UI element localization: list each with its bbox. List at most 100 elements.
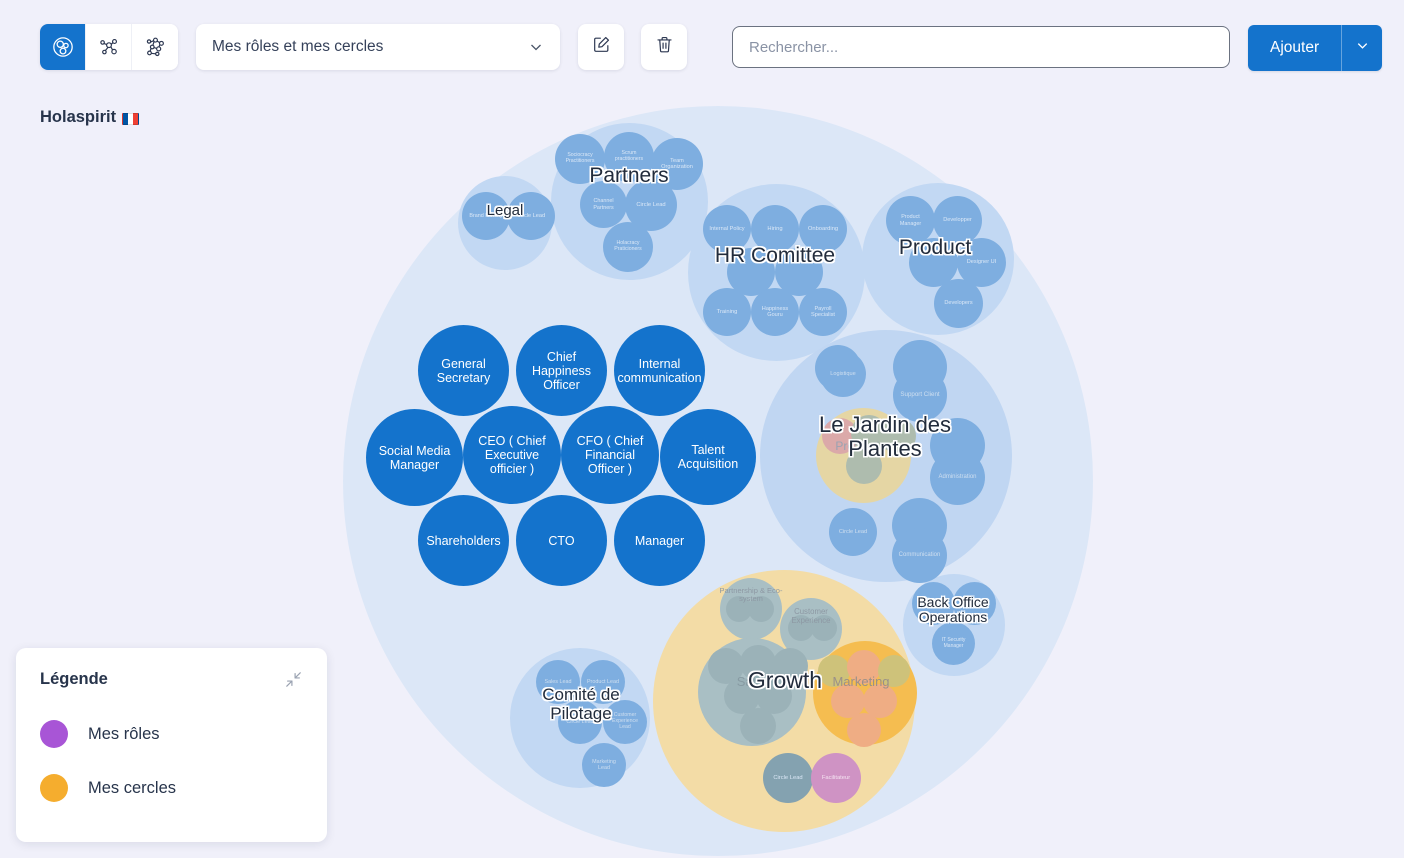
map-role-tl-1[interactable]: General Secretary xyxy=(418,325,509,416)
map-role-jardin-r3b[interactable]: Administration xyxy=(930,450,985,505)
chevron-down-icon xyxy=(1355,38,1370,58)
map-role-pil-r2[interactable]: Product Lead xyxy=(581,660,625,704)
edit-pencil-icon xyxy=(592,35,611,59)
organization-title: Holaspirit xyxy=(40,108,140,127)
french-flag-icon xyxy=(122,112,140,125)
map-role-ce-r2[interactable] xyxy=(811,615,837,641)
map-role-hr-r6[interactable]: Payroll Specialist xyxy=(799,288,847,336)
node-label: Marketing Lead xyxy=(592,758,616,771)
network-graph-icon xyxy=(144,36,166,58)
scope-filter-select[interactable]: Mes rôles et mes cercles xyxy=(196,24,560,70)
map-role-growth-r2[interactable]: Facilitateur xyxy=(811,753,861,803)
map-role-pil-r3[interactable]: Circle Lead xyxy=(558,700,602,744)
map-role-jardin-r1b[interactable]: Logistique xyxy=(820,351,866,397)
map-role-tl-6[interactable]: CFO ( Chief Financial Officer ) xyxy=(561,406,659,504)
node-label: Support Client xyxy=(900,390,940,398)
node-label: Scrum practitioners xyxy=(614,150,644,162)
top-toolbar: Mes rôles et mes cercles Rechercher... A… xyxy=(0,0,1404,95)
node-label: Communication xyxy=(898,552,941,559)
collapse-arrows-icon[interactable] xyxy=(284,670,303,694)
map-role-pil-r5[interactable]: Marketing Lead xyxy=(582,743,626,787)
map-role-prod-r3[interactable] xyxy=(880,418,916,454)
map-role-tl-8[interactable]: Shareholders xyxy=(418,495,509,586)
node-label: Sociocracy Practitioners xyxy=(565,152,595,164)
node-label: Billing and Collection xyxy=(921,596,946,609)
legend-color-swatch-circles xyxy=(40,774,68,802)
map-role-bo-r3[interactable]: IT Security Manager xyxy=(932,622,975,665)
map-role-hr-r3[interactable]: Onboarding xyxy=(799,205,847,253)
legend-label-my-circles: Mes cercles xyxy=(88,778,177,797)
map-role-hr-r2[interactable]: Hiring xyxy=(751,205,799,253)
map-role-partners-r4[interactable]: Channel Partners xyxy=(580,181,627,228)
node-label: Training xyxy=(716,308,738,315)
node-label: Developper xyxy=(943,217,972,224)
map-role-hr-r1[interactable]: Internal Policy xyxy=(703,205,751,253)
map-role-tl-4[interactable]: Social Media Manager xyxy=(366,409,463,506)
map-role-growth-r1[interactable]: Circle Lead xyxy=(763,753,813,803)
organization-name: Holaspirit xyxy=(40,108,117,126)
map-role-pe-r2[interactable] xyxy=(748,596,774,622)
circle-packing-icon xyxy=(52,36,74,58)
node-label: Internal communication xyxy=(617,356,702,385)
view-mode-network[interactable] xyxy=(132,24,178,70)
node-label: General Secretary xyxy=(436,356,491,385)
map-role-partners-r6[interactable]: Holacracy Praticioners xyxy=(603,222,653,272)
map-role-hr-r5[interactable]: Happiness Gouru xyxy=(751,288,799,336)
edit-button[interactable] xyxy=(578,24,624,70)
search-input[interactable] xyxy=(747,27,1215,67)
scope-filter-value: Mes rôles et mes cercles xyxy=(212,38,384,55)
node-label: Holacracy Praticioners xyxy=(614,240,642,252)
node-label: Customer Experience Lead xyxy=(612,712,638,730)
map-role-mkt-r1[interactable] xyxy=(818,655,850,687)
map-role-mkt-r6[interactable] xyxy=(847,713,881,747)
map-role-product-r4[interactable]: Developers xyxy=(934,279,983,328)
map-role-pil-r4[interactable]: Customer Experience Lead xyxy=(603,700,647,744)
add-dropdown-toggle[interactable] xyxy=(1341,25,1383,71)
node-label: Manager xyxy=(634,533,685,548)
map-role-jardin-r5b[interactable]: Communication xyxy=(892,528,947,583)
legend-header: Légende xyxy=(40,670,303,694)
node-label: Circle Lead xyxy=(516,212,546,219)
map-role-mkt-r3[interactable] xyxy=(878,655,910,687)
map-role-bo-r2[interactable]: Circle Lead xyxy=(953,582,996,625)
node-label: Circle Lead xyxy=(566,718,594,725)
map-role-mkt-r2[interactable] xyxy=(847,650,881,684)
node-label: Circle Lead xyxy=(773,774,803,781)
view-mode-tree[interactable] xyxy=(86,24,132,70)
view-mode-toggle-group xyxy=(40,24,178,70)
map-role-jardin-r2b[interactable]: Support Client xyxy=(893,368,947,422)
map-role-partners-r2[interactable]: Scrum practitioners xyxy=(604,132,654,182)
node-label: Circle Lead xyxy=(636,201,666,208)
node-label: Onboarding xyxy=(807,225,839,232)
map-role-sales-r6[interactable] xyxy=(740,708,776,744)
map-role-bo-r1[interactable]: Billing and Collection xyxy=(912,582,955,625)
node-label: Designer UI xyxy=(966,259,997,266)
delete-button[interactable] xyxy=(641,24,687,70)
map-role-jardin-r4[interactable]: Circle Lead xyxy=(829,508,877,556)
map-role-tl-3[interactable]: Internal communication xyxy=(614,325,705,416)
node-label: Shareholders xyxy=(426,533,501,548)
map-role-tl-9[interactable]: CTO xyxy=(516,495,607,586)
legend-panel: Légende Mes rôles Mes cercles xyxy=(16,648,327,842)
map-role-sales-r2[interactable] xyxy=(740,645,776,681)
node-label: Circle Lead xyxy=(961,599,988,606)
map-role-legal-r2[interactable]: Circle Lead xyxy=(507,192,555,240)
map-role-legal-r1[interactable]: Brand Identity xyxy=(462,192,510,240)
add-button[interactable]: Ajouter xyxy=(1248,25,1342,71)
map-role-prod-r4[interactable] xyxy=(846,448,882,484)
map-role-tl-2[interactable]: Chief Happiness Officer xyxy=(516,325,607,416)
map-role-hr-r4[interactable]: Training xyxy=(703,288,751,336)
view-mode-circle-packing[interactable] xyxy=(40,24,86,70)
map-role-tl-5[interactable]: CEO ( Chief Executive officier ) xyxy=(463,406,561,504)
map-role-pil-r1[interactable]: Sales Lead xyxy=(536,660,580,704)
node-label: Circle Lead xyxy=(838,528,868,535)
node-label: Hiring xyxy=(767,225,783,232)
node-label: Brand Identity xyxy=(469,212,503,219)
map-role-partners-r1[interactable]: Sociocracy Practitioners xyxy=(555,134,605,184)
map-role-tl-10[interactable]: Manager xyxy=(614,495,705,586)
map-role-product-r2[interactable]: Developper xyxy=(933,196,982,245)
node-label: CTO xyxy=(548,533,575,548)
node-label: Logistique xyxy=(830,370,856,377)
node-label: Administration xyxy=(938,474,977,481)
map-role-tl-7[interactable]: Talent Acquisition xyxy=(660,409,756,505)
